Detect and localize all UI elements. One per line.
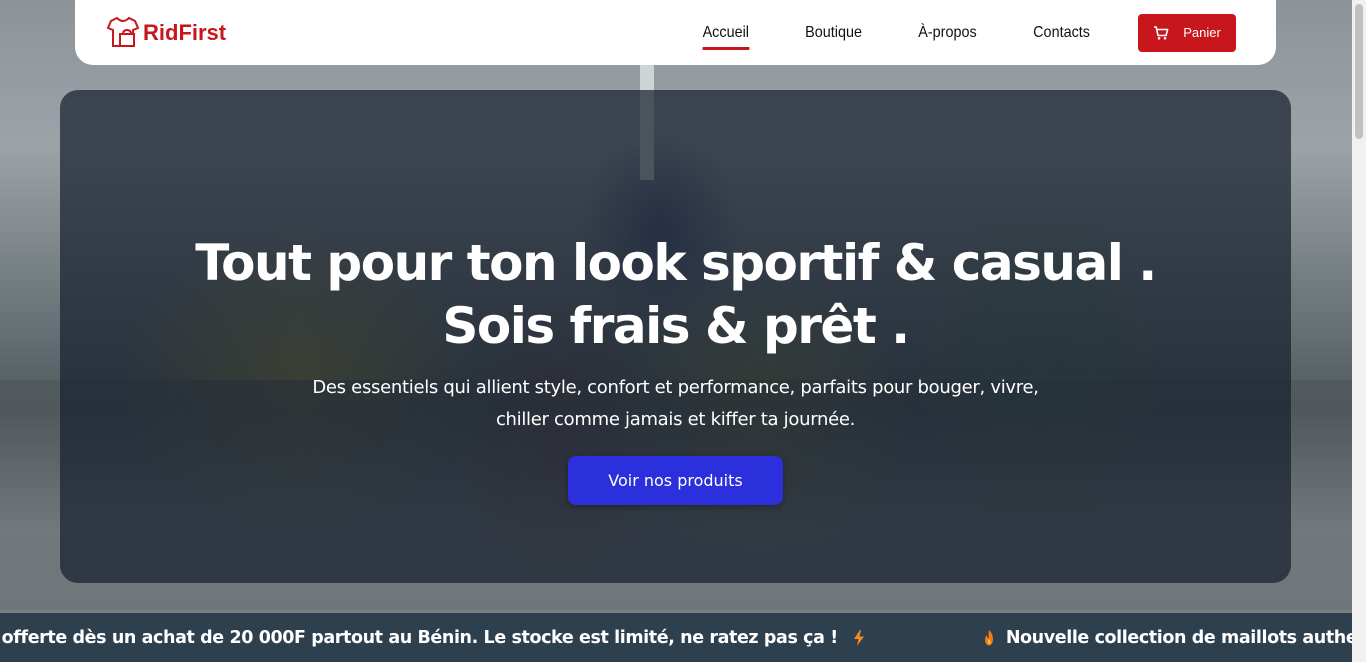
cart-button[interactable]: Panier (1138, 13, 1236, 52)
main-nav: Accueil Boutique À-propos Contacts (700, 18, 1093, 50)
nav-link-contacts[interactable]: Contacts (1033, 18, 1090, 48)
nav-link-boutique[interactable]: Boutique (805, 18, 862, 48)
page-scrollbar[interactable] (1352, 0, 1366, 662)
cart-button-label: Panier (1183, 25, 1221, 40)
hero-title-line1: Tout pour ton look sportif & casual . (195, 234, 1157, 292)
nav-link-a-propos[interactable]: À-propos (918, 18, 976, 48)
fire-icon (982, 629, 996, 647)
ticker-message-2: Nouvelle collection de maillots authenti… (1005, 627, 1352, 648)
nav-link-accueil[interactable]: Accueil (702, 18, 749, 50)
navbar: RidFirst Accueil Boutique À-propos Conta… (75, 0, 1276, 65)
lightning-icon (852, 629, 866, 647)
hero-subtitle: Des essentiels qui allient style, confor… (296, 372, 1056, 436)
brand-logo[interactable]: RidFirst (105, 15, 226, 51)
ticker-message-1: t offerte dès un achat de 20 000F partou… (0, 627, 838, 648)
announcement-ticker: t offerte dès un achat de 20 000F partou… (0, 613, 1352, 662)
hero-title: Tout pour ton look sportif & casual . So… (195, 232, 1157, 358)
shirt-logo-icon (106, 16, 140, 47)
brand-name: RidFirst (143, 19, 227, 45)
hero-title-line2: Sois frais & prêt . (442, 297, 910, 355)
cart-icon (1154, 25, 1169, 40)
scrollbar-thumb[interactable] (1355, 4, 1363, 139)
view-products-button[interactable]: Voir nos produits (568, 456, 783, 505)
hero-subtitle-line1: Des essentiels qui allient style, confor… (312, 377, 1039, 398)
hero-card: Tout pour ton look sportif & casual . So… (60, 90, 1291, 583)
ticker-track: t offerte dès un achat de 20 000F partou… (0, 613, 1352, 662)
hero-subtitle-line2: chiller comme jamais et kiffer ta journé… (495, 409, 856, 430)
